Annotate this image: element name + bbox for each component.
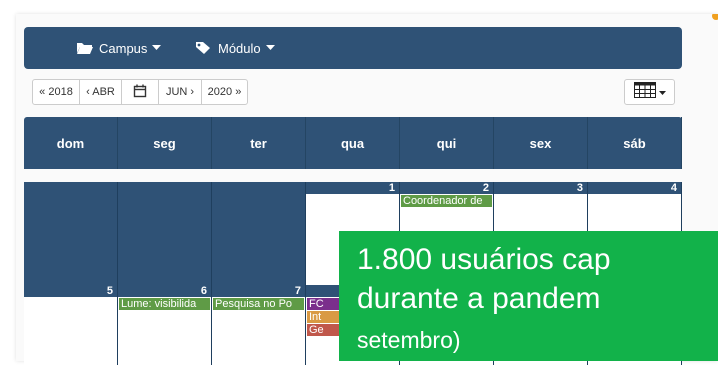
campus-dropdown[interactable]: Campus — [76, 27, 162, 69]
today-button[interactable] — [121, 79, 159, 105]
campus-label: Campus — [99, 40, 148, 56]
weekday-sex: sex — [494, 117, 588, 169]
calendar-icon — [133, 84, 147, 101]
overlay-line-1: 1.800 usuários cap — [357, 243, 611, 276]
day-number: 5 — [106, 285, 113, 297]
next-year-button[interactable]: 2020 » — [201, 79, 248, 105]
tag-icon — [195, 41, 213, 55]
chevron-down-icon — [265, 45, 275, 51]
weekday-seg: seg — [118, 117, 212, 169]
day-cell-7[interactable]: 7 Pesquisa no Po — [212, 285, 306, 365]
top-navbar: Campus Módulo — [24, 27, 682, 69]
calendar-event[interactable]: Pesquisa no Po — [213, 298, 304, 310]
day-number: 4 — [670, 182, 677, 194]
weekday-sab: sáb — [588, 117, 682, 169]
calendar-toolbar: « 2018 ‹ ABR JUN › 2020 » — [32, 79, 248, 107]
day-cell-empty — [118, 182, 212, 285]
calendar-event[interactable]: Coordenador de — [401, 195, 492, 207]
weekday-qui: qui — [400, 117, 494, 169]
day-number: 2 — [482, 182, 489, 194]
modulo-label: Módulo — [218, 40, 261, 56]
day-number: 1 — [388, 182, 395, 194]
folder-open-icon — [76, 41, 94, 55]
overlay-line-2: durante a pandem — [357, 282, 601, 315]
day-cell-empty — [24, 182, 118, 285]
news-overlay-banner: 1.800 usuários cap durante a pandem sete… — [339, 231, 718, 361]
day-cell-5[interactable]: 5 — [24, 285, 118, 365]
prev-year-button[interactable]: « 2018 — [32, 79, 80, 105]
prev-month-button[interactable]: ‹ ABR — [79, 79, 122, 105]
weekday-header: dom seg ter qua qui sex sáb — [24, 117, 682, 169]
weekday-dom: dom — [24, 117, 118, 169]
modulo-dropdown[interactable]: Módulo — [195, 27, 275, 69]
chevron-down-icon — [152, 45, 162, 51]
next-month-button[interactable]: JUN › — [158, 79, 202, 105]
weekday-qua: qua — [306, 117, 400, 169]
day-number: 7 — [294, 285, 301, 297]
calendar-grid-icon — [633, 81, 656, 103]
corner-indicator — [712, 14, 718, 20]
chevron-down-icon — [658, 83, 666, 101]
day-number: 6 — [200, 285, 207, 297]
day-number: 3 — [576, 182, 583, 194]
day-cell-6[interactable]: 6 Lume: visibilida — [118, 285, 212, 365]
month-calendar: dom seg ter qua qui sex sáb 1 2 Coordena… — [24, 117, 682, 365]
day-cell-empty — [212, 182, 306, 285]
weekday-ter: ter — [212, 117, 306, 169]
overlay-line-3: setembro) — [357, 327, 461, 353]
calendar-event[interactable]: Lume: visibilida — [119, 298, 210, 310]
view-selector-button[interactable] — [624, 79, 675, 105]
